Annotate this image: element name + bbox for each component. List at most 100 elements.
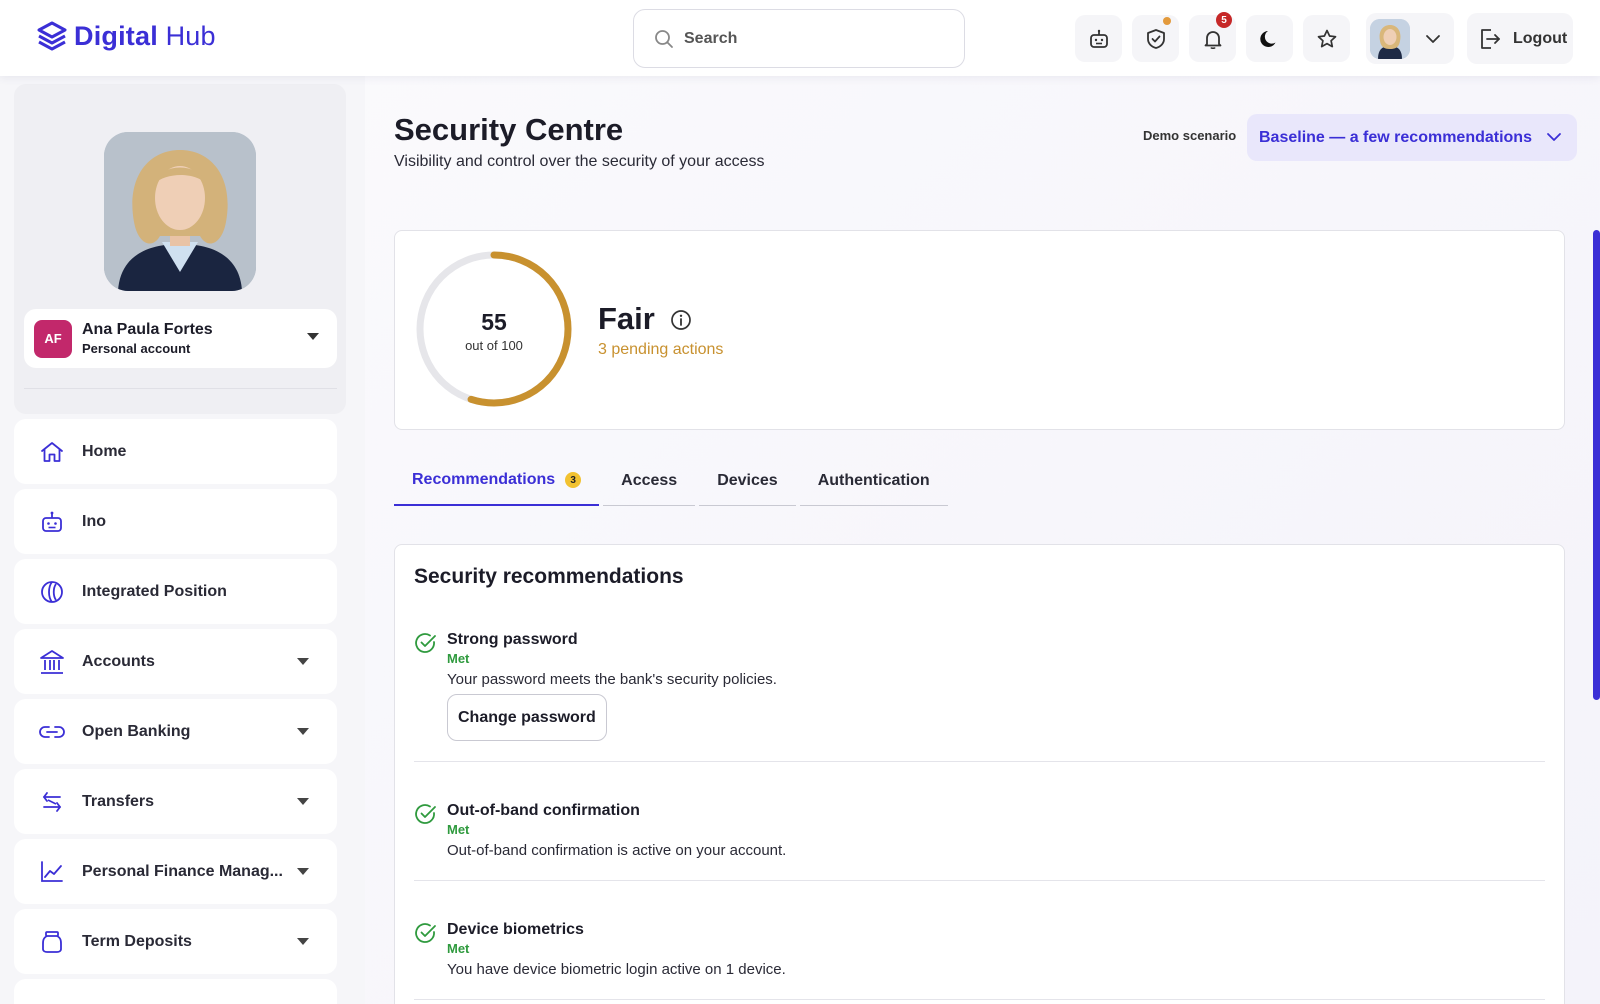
logout-icon [1481, 28, 1500, 49]
tab-label: Authentication [817, 471, 930, 489]
star-icon [1317, 29, 1336, 47]
recommendations-title: Security recommendations [414, 565, 684, 588]
sidebar-item-label: Ino [82, 512, 106, 530]
caret-down-icon [307, 333, 319, 340]
recommendation-status: Met [447, 941, 470, 956]
layers-logo-icon [37, 21, 67, 51]
tab-label: Devices [717, 471, 778, 489]
dark-mode-toggle[interactable] [1246, 15, 1293, 62]
tab-authentication[interactable]: Authentication [799, 456, 948, 506]
recommendations-card: Security recommendations Strong password… [394, 544, 1565, 1004]
caret-down-icon [297, 868, 309, 875]
sidebar-item-label: Home [82, 442, 127, 460]
security-score-card: 55 out of 100 Fair 3 pending actions [394, 230, 1565, 430]
score-rating: Fair [598, 301, 655, 336]
check-circle-icon [415, 923, 436, 943]
caret-down-icon [297, 938, 309, 945]
jar-icon [42, 930, 62, 953]
change-password-button[interactable]: Change password [447, 694, 607, 741]
logout-label: Logout [1513, 29, 1568, 47]
user-photo-icon [1370, 18, 1410, 59]
recommendation-name: Device biometrics [447, 921, 584, 938]
recommendations-count-badge: 3 [565, 472, 582, 488]
info-icon[interactable] [670, 309, 692, 331]
tab-label: Access [621, 471, 678, 489]
divider [414, 880, 1545, 881]
sidebar-item-label: Open Banking [82, 722, 191, 740]
sidebar-item-label: Personal Finance Manag... [82, 862, 283, 880]
logout-button[interactable]: Logout [1467, 13, 1573, 64]
divider [414, 999, 1545, 1000]
pie-chart-icon [41, 580, 63, 603]
sidebar-item-label: Term Deposits [82, 932, 192, 950]
favorites-button[interactable] [1303, 15, 1350, 62]
demo-scenario-value: Baseline — a few recommendations [1259, 128, 1532, 146]
profile-photo [104, 132, 256, 291]
top-header: Digital Hub 5 [0, 0, 1600, 76]
divider [414, 761, 1545, 762]
search-box[interactable] [633, 9, 965, 68]
logo[interactable]: Digital Hub [36, 20, 216, 52]
tab-devices[interactable]: Devices [699, 456, 796, 506]
recommendation-description: You have device biometric login active o… [447, 961, 786, 978]
sidebar-item-personal-finance[interactable]: Personal Finance Manag... [14, 839, 337, 904]
sidebar-item-open-banking[interactable]: Open Banking [14, 699, 337, 764]
sidebar-item-ino[interactable]: Ino [14, 489, 337, 554]
sidebar-item-label: Integrated Position [82, 582, 227, 600]
robot-icon [42, 511, 62, 532]
caret-down-icon [297, 658, 309, 665]
notifications-button[interactable]: 5 [1189, 12, 1236, 62]
main-content: Security Centre Visibility and control o… [365, 76, 1600, 1004]
pending-actions: 3 pending actions [598, 341, 724, 358]
sidebar-item-home[interactable]: Home [14, 419, 337, 484]
recommendation-status: Met [447, 651, 470, 666]
line-chart-icon [41, 860, 63, 882]
notifications-badge: 5 [1216, 12, 1232, 28]
account-holder-name: Ana Paula Fortes [82, 321, 213, 338]
sidebar: AF Ana Paula Fortes Personal account Hom… [0, 76, 365, 1004]
tab-recommendations[interactable]: Recommendations 3 [394, 456, 600, 506]
search-icon [655, 29, 673, 48]
logo-text: Digital Hub [74, 20, 216, 51]
demo-scenario-select[interactable]: Baseline — a few recommendations [1247, 114, 1577, 161]
bell-icon [1204, 30, 1221, 49]
account-initials-badge: AF [34, 319, 72, 358]
score-value: 55 [481, 309, 507, 335]
sidebar-item-integrated-position[interactable]: Integrated Position [14, 559, 337, 624]
security-button[interactable] [1132, 15, 1179, 62]
sidebar-item-accounts[interactable]: Accounts [14, 629, 337, 694]
link-icon [39, 725, 65, 738]
check-circle-icon [415, 804, 436, 824]
sidebar-item-more[interactable] [14, 979, 337, 1004]
user-menu-button[interactable] [1366, 13, 1454, 64]
transfer-icon [42, 791, 62, 812]
security-tabs: Recommendations 3 Access Devices Authent… [394, 456, 948, 506]
bank-icon [40, 649, 64, 674]
user-photo-icon [104, 132, 256, 291]
profile-card: AF Ana Paula Fortes Personal account [14, 84, 346, 414]
caret-down-icon [297, 798, 309, 805]
page-scrollbar[interactable] [1593, 230, 1600, 700]
account-selector[interactable]: AF Ana Paula Fortes Personal account [24, 309, 337, 368]
sidebar-item-label: Accounts [82, 652, 155, 670]
sidebar-item-label: Transfers [82, 792, 155, 810]
score-out-of: out of 100 [465, 338, 523, 353]
search-input[interactable] [684, 29, 934, 48]
assistant-button[interactable] [1075, 15, 1122, 62]
page-subtitle: Visibility and control over the security… [394, 153, 765, 170]
shield-check-icon [1146, 28, 1165, 49]
recommendation-status: Met [447, 822, 470, 837]
robot-icon [1089, 29, 1108, 48]
security-alert-dot [1163, 17, 1171, 25]
sidebar-item-term-deposits[interactable]: Term Deposits [14, 909, 337, 974]
tab-access[interactable]: Access [603, 456, 696, 506]
home-icon [41, 441, 63, 462]
recommendation-name: Strong password [447, 631, 578, 648]
divider [24, 388, 337, 389]
tab-label: Recommendations [412, 471, 556, 488]
chevron-down-icon [1426, 34, 1440, 43]
page-title: Security Centre [394, 112, 624, 147]
demo-scenario-label: Demo scenario [1143, 128, 1237, 143]
sidebar-item-transfers[interactable]: Transfers [14, 769, 337, 834]
avatar [1370, 18, 1410, 59]
